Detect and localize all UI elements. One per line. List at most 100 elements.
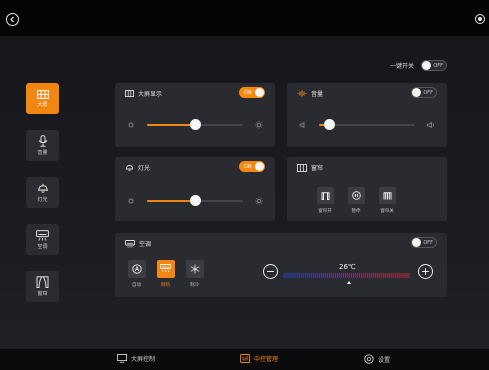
panel-title-text: 空调 — [139, 241, 152, 248]
mode-heat-button[interactable]: 制热 — [156, 260, 175, 288]
toggle-text: OFF — [433, 63, 443, 69]
panel-title: 灯光 — [125, 163, 150, 172]
sidebar-item-curtain[interactable]: 窗帘 — [26, 271, 59, 302]
mode-label: 制热 — [161, 283, 170, 288]
back-arrow-icon — [10, 16, 14, 23]
master-toggle[interactable]: OFF — [421, 60, 447, 71]
temperature-decrease-button[interactable]: − — [263, 264, 278, 279]
slider-track[interactable] — [147, 195, 243, 206]
temperature-marker — [347, 281, 352, 284]
gear-icon — [364, 354, 374, 364]
slider-thumb[interactable] — [323, 119, 335, 130]
curtain-buttons: 窗帘开 暂停 窗帘关 — [315, 187, 397, 214]
temperature-increase-button[interactable]: + — [418, 264, 433, 279]
curtain-close-button[interactable]: 窗帘关 — [377, 187, 397, 214]
panel-title-text: 窗帘 — [311, 165, 324, 172]
sidebar-item-screen[interactable]: 大屏 — [26, 83, 59, 114]
sidebar-item-label: 窗帘 — [37, 291, 48, 297]
toggle-text: ON — [244, 164, 252, 170]
button-box — [156, 260, 175, 278]
toggle-knob — [412, 88, 421, 97]
mode-cool-button[interactable]: 制冷 — [185, 260, 204, 288]
slider-track[interactable] — [319, 119, 415, 130]
mode-label: 自动 — [132, 283, 141, 288]
brightness-slider[interactable] — [127, 119, 263, 131]
brightness-high-icon — [255, 121, 263, 129]
heat-mode-icon — [160, 264, 171, 273]
curtain-open-icon — [321, 191, 329, 200]
brightness-high-icon — [255, 197, 263, 205]
panel-title-text: 音量 — [311, 91, 324, 98]
volume-high-icon — [427, 121, 434, 129]
temperature-value: 26℃ — [339, 263, 356, 271]
nav-label: 设置 — [378, 356, 391, 364]
screen-icon — [36, 89, 49, 99]
volume-slider[interactable] — [299, 119, 435, 131]
curtain-button-label: 窗帘开 — [318, 209, 332, 214]
mode-auto-button[interactable]: 自动 — [127, 260, 146, 288]
nav-item-screen-control[interactable]: 大屏控制 — [117, 354, 155, 363]
top-bar — [0, 0, 489, 36]
microphone-icon — [38, 135, 47, 147]
ac-toggle[interactable]: OFF — [411, 237, 437, 248]
snowflake-icon — [190, 264, 199, 274]
sidebar-item-label: 空调 — [37, 243, 48, 250]
back-button[interactable] — [6, 13, 19, 26]
master-switch-label: 一键开关 — [389, 63, 414, 70]
panel-title: 大屏显示 — [125, 89, 162, 98]
curtain-pause-button[interactable]: 暂停 — [346, 187, 366, 214]
air-conditioner-icon — [125, 239, 135, 247]
slider-thumb[interactable] — [190, 195, 201, 206]
light-toggle[interactable]: ON — [239, 161, 265, 172]
sidebar-item-label: 大屏 — [37, 101, 48, 108]
screen-toggle[interactable]: ON — [239, 87, 265, 98]
lamp-icon — [126, 164, 133, 171]
button-box — [127, 260, 146, 278]
light-panel: 灯光 ON — [115, 157, 275, 221]
temperature-scale[interactable] — [283, 273, 410, 278]
central-control-icon — [240, 354, 250, 363]
nav-item-central-control[interactable]: 中控管理 — [240, 354, 278, 363]
curtain-panel: 窗帘 窗帘开 暂停 窗帘关 — [287, 157, 447, 221]
nav-label: 中控管理 — [254, 356, 279, 363]
ac-panel: 空调 OFF 自动 制热 制冷 − 26℃ + — [115, 233, 447, 297]
button-box — [316, 187, 334, 204]
bottom-navigation: 大屏控制 中控管理 设置 — [0, 349, 489, 370]
sound-wave-icon — [297, 90, 307, 97]
sidebar-item-ac[interactable]: 空调 — [26, 224, 59, 255]
auto-mode-icon — [131, 264, 142, 274]
curtain-button-label: 窗帘关 — [380, 209, 394, 214]
curtain-icon — [36, 276, 49, 288]
button-box — [378, 187, 396, 204]
screen-display-panel: 大屏显示 ON — [115, 83, 275, 147]
slider-fill — [147, 124, 195, 126]
monitor-icon — [117, 354, 127, 363]
mode-label: 制冷 — [190, 283, 199, 288]
volume-toggle[interactable]: OFF — [411, 87, 437, 98]
toggle-knob — [412, 238, 421, 247]
sidebar-item-volume[interactable]: 音量 — [26, 130, 59, 161]
screen-icon — [125, 90, 134, 97]
toggle-knob — [255, 162, 264, 171]
panel-title: 窗帘 — [297, 163, 323, 172]
light-slider[interactable] — [127, 195, 263, 207]
curtain-icon — [297, 163, 307, 172]
curtain-open-button[interactable]: 窗帘开 — [315, 187, 335, 214]
panel-title-text: 灯光 — [138, 165, 151, 172]
toggle-knob — [255, 88, 264, 97]
ac-mode-buttons: 自动 制热 制冷 — [127, 260, 204, 288]
pause-icon — [351, 191, 361, 200]
toggle-text: OFF — [423, 240, 433, 246]
nav-item-settings[interactable]: 设置 — [364, 354, 390, 364]
power-button[interactable] — [475, 14, 485, 24]
panel-title: 音量 — [297, 89, 323, 98]
sidebar-item-light[interactable]: 灯光 — [26, 177, 59, 208]
slider-track[interactable] — [147, 119, 243, 130]
slider-thumb[interactable] — [190, 119, 201, 130]
power-icon — [478, 17, 482, 21]
curtain-button-label: 暂停 — [351, 209, 361, 214]
brightness-low-icon — [128, 122, 134, 128]
sidebar-item-label: 灯光 — [37, 196, 48, 203]
air-conditioner-icon — [36, 229, 49, 241]
slider-fill — [147, 200, 195, 202]
